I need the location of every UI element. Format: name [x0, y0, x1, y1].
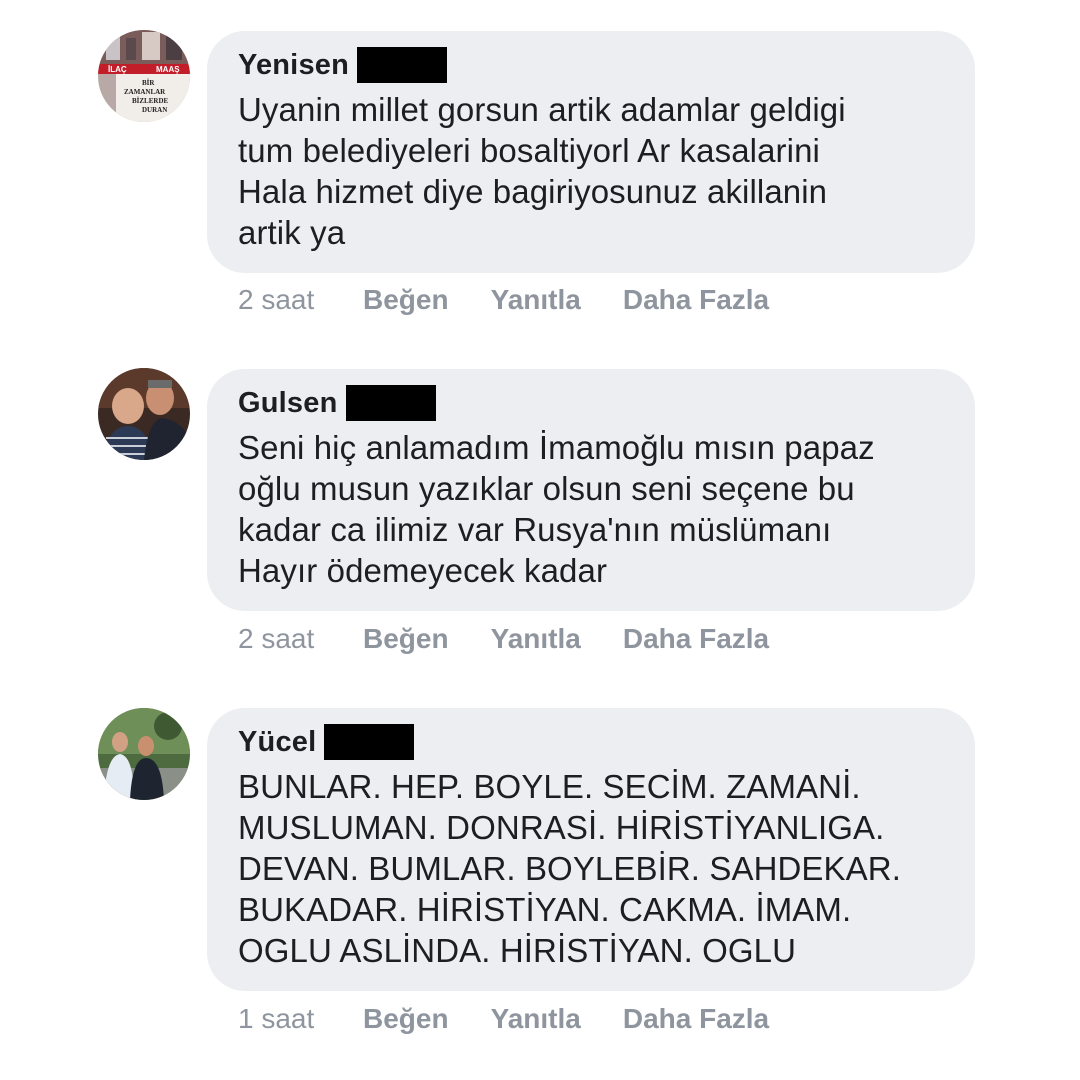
comment-timestamp[interactable]: 2 saat — [238, 284, 363, 316]
comment-text-line: MUSLUMAN. DONRASİ. HİRİSTİYANLIGA. — [238, 809, 885, 846]
comment-text-line: kadar ca ilimiz var Rusya'nın müslümanı — [238, 511, 832, 548]
avatar-text: İLAÇ — [108, 65, 127, 74]
comment-author[interactable]: Yenisen — [238, 49, 349, 82]
comment-author[interactable]: Gulsen — [238, 387, 338, 420]
comment-text-line: BUKADAR. HİRİSTİYAN. CAKMA. İMAM. — [238, 891, 852, 928]
avatar-text: DURAN — [142, 106, 167, 114]
comment-author[interactable]: Yücel — [238, 726, 316, 759]
comment-text-line: DEVAN. BUMLAR. BOYLEBİR. SAHDEKAR. — [238, 850, 901, 887]
comment-actions: 2 saat Beğen Yanıtla Daha Fazla — [238, 623, 811, 655]
avatar-text: MAAŞ — [156, 65, 180, 74]
reply-button[interactable]: Yanıtla — [491, 1003, 581, 1035]
comment-timestamp[interactable]: 1 saat — [238, 1003, 363, 1035]
comment-text: BUNLAR. HEP. BOYLE. SECİM. ZAMANİ. MUSLU… — [238, 766, 945, 971]
redaction-bar — [345, 385, 436, 421]
redaction-bar — [324, 724, 415, 760]
comment-text-line: BUNLAR. HEP. BOYLE. SECİM. ZAMANİ. — [238, 768, 861, 805]
reply-button[interactable]: Yanıtla — [491, 623, 581, 655]
more-button[interactable]: Daha Fazla — [623, 1003, 769, 1035]
comment-text-line: artik ya — [238, 214, 346, 251]
comment-text-line: Uyanin millet gorsun artik adamlar geldi… — [238, 91, 846, 128]
avatar-text: ZAMANLAR — [124, 88, 166, 96]
comment-actions: 2 saat Beğen Yanıtla Daha Fazla — [238, 284, 811, 316]
comment-text: Uyanin millet gorsun artik adamlar geldi… — [238, 89, 945, 253]
comment-text-line: tum belediyeleri bosaltiyorl Ar kasalari… — [238, 132, 820, 169]
like-button[interactable]: Beğen — [363, 623, 449, 655]
redaction-bar — [357, 47, 448, 83]
comment-text-line: Hala hizmet diye bagiriyosunuz akillanin — [238, 173, 828, 210]
more-button[interactable]: Daha Fazla — [623, 284, 769, 316]
avatar[interactable]: İLAÇ MAAŞ BİR ZAMANLAR BİZLERDE DURAN — [98, 30, 190, 122]
comment-timestamp[interactable]: 2 saat — [238, 623, 363, 655]
comment-text: Seni hiç anlamadım İmamoğlu mısın papaz … — [238, 427, 945, 591]
avatar-text: BİZLERDE — [132, 97, 169, 105]
reply-button[interactable]: Yanıtla — [491, 284, 581, 316]
avatar-image: İLAÇ MAAŞ BİR ZAMANLAR BİZLERDE DURAN — [98, 30, 190, 122]
avatar[interactable] — [98, 368, 190, 460]
avatar[interactable] — [98, 708, 190, 800]
avatar-text: BİR — [142, 79, 155, 87]
comment-bubble: Gulsen Seni hiç anlamadım İmamoğlu mısın… — [207, 369, 975, 611]
like-button[interactable]: Beğen — [363, 1003, 449, 1035]
avatar-image — [98, 708, 190, 800]
more-button[interactable]: Daha Fazla — [623, 623, 769, 655]
like-button[interactable]: Beğen — [363, 284, 449, 316]
comment-bubble: Yenisen Uyanin millet gorsun artik adaml… — [207, 31, 975, 273]
comment-text-line: oğlu musun yazıklar olsun seni seçene bu — [238, 470, 855, 507]
comment-actions: 1 saat Beğen Yanıtla Daha Fazla — [238, 1003, 811, 1035]
avatar-image — [98, 368, 190, 460]
comment-text-line: Hayır ödemeyecek kadar — [238, 552, 608, 589]
comment-text-line: Seni hiç anlamadım İmamoğlu mısın papaz — [238, 429, 875, 466]
comment-text-line: OGLU ASLİNDA. HİRİSTİYAN. OGLU — [238, 932, 797, 969]
comment-bubble: Yücel BUNLAR. HEP. BOYLE. SECİM. ZAMANİ.… — [207, 708, 975, 991]
